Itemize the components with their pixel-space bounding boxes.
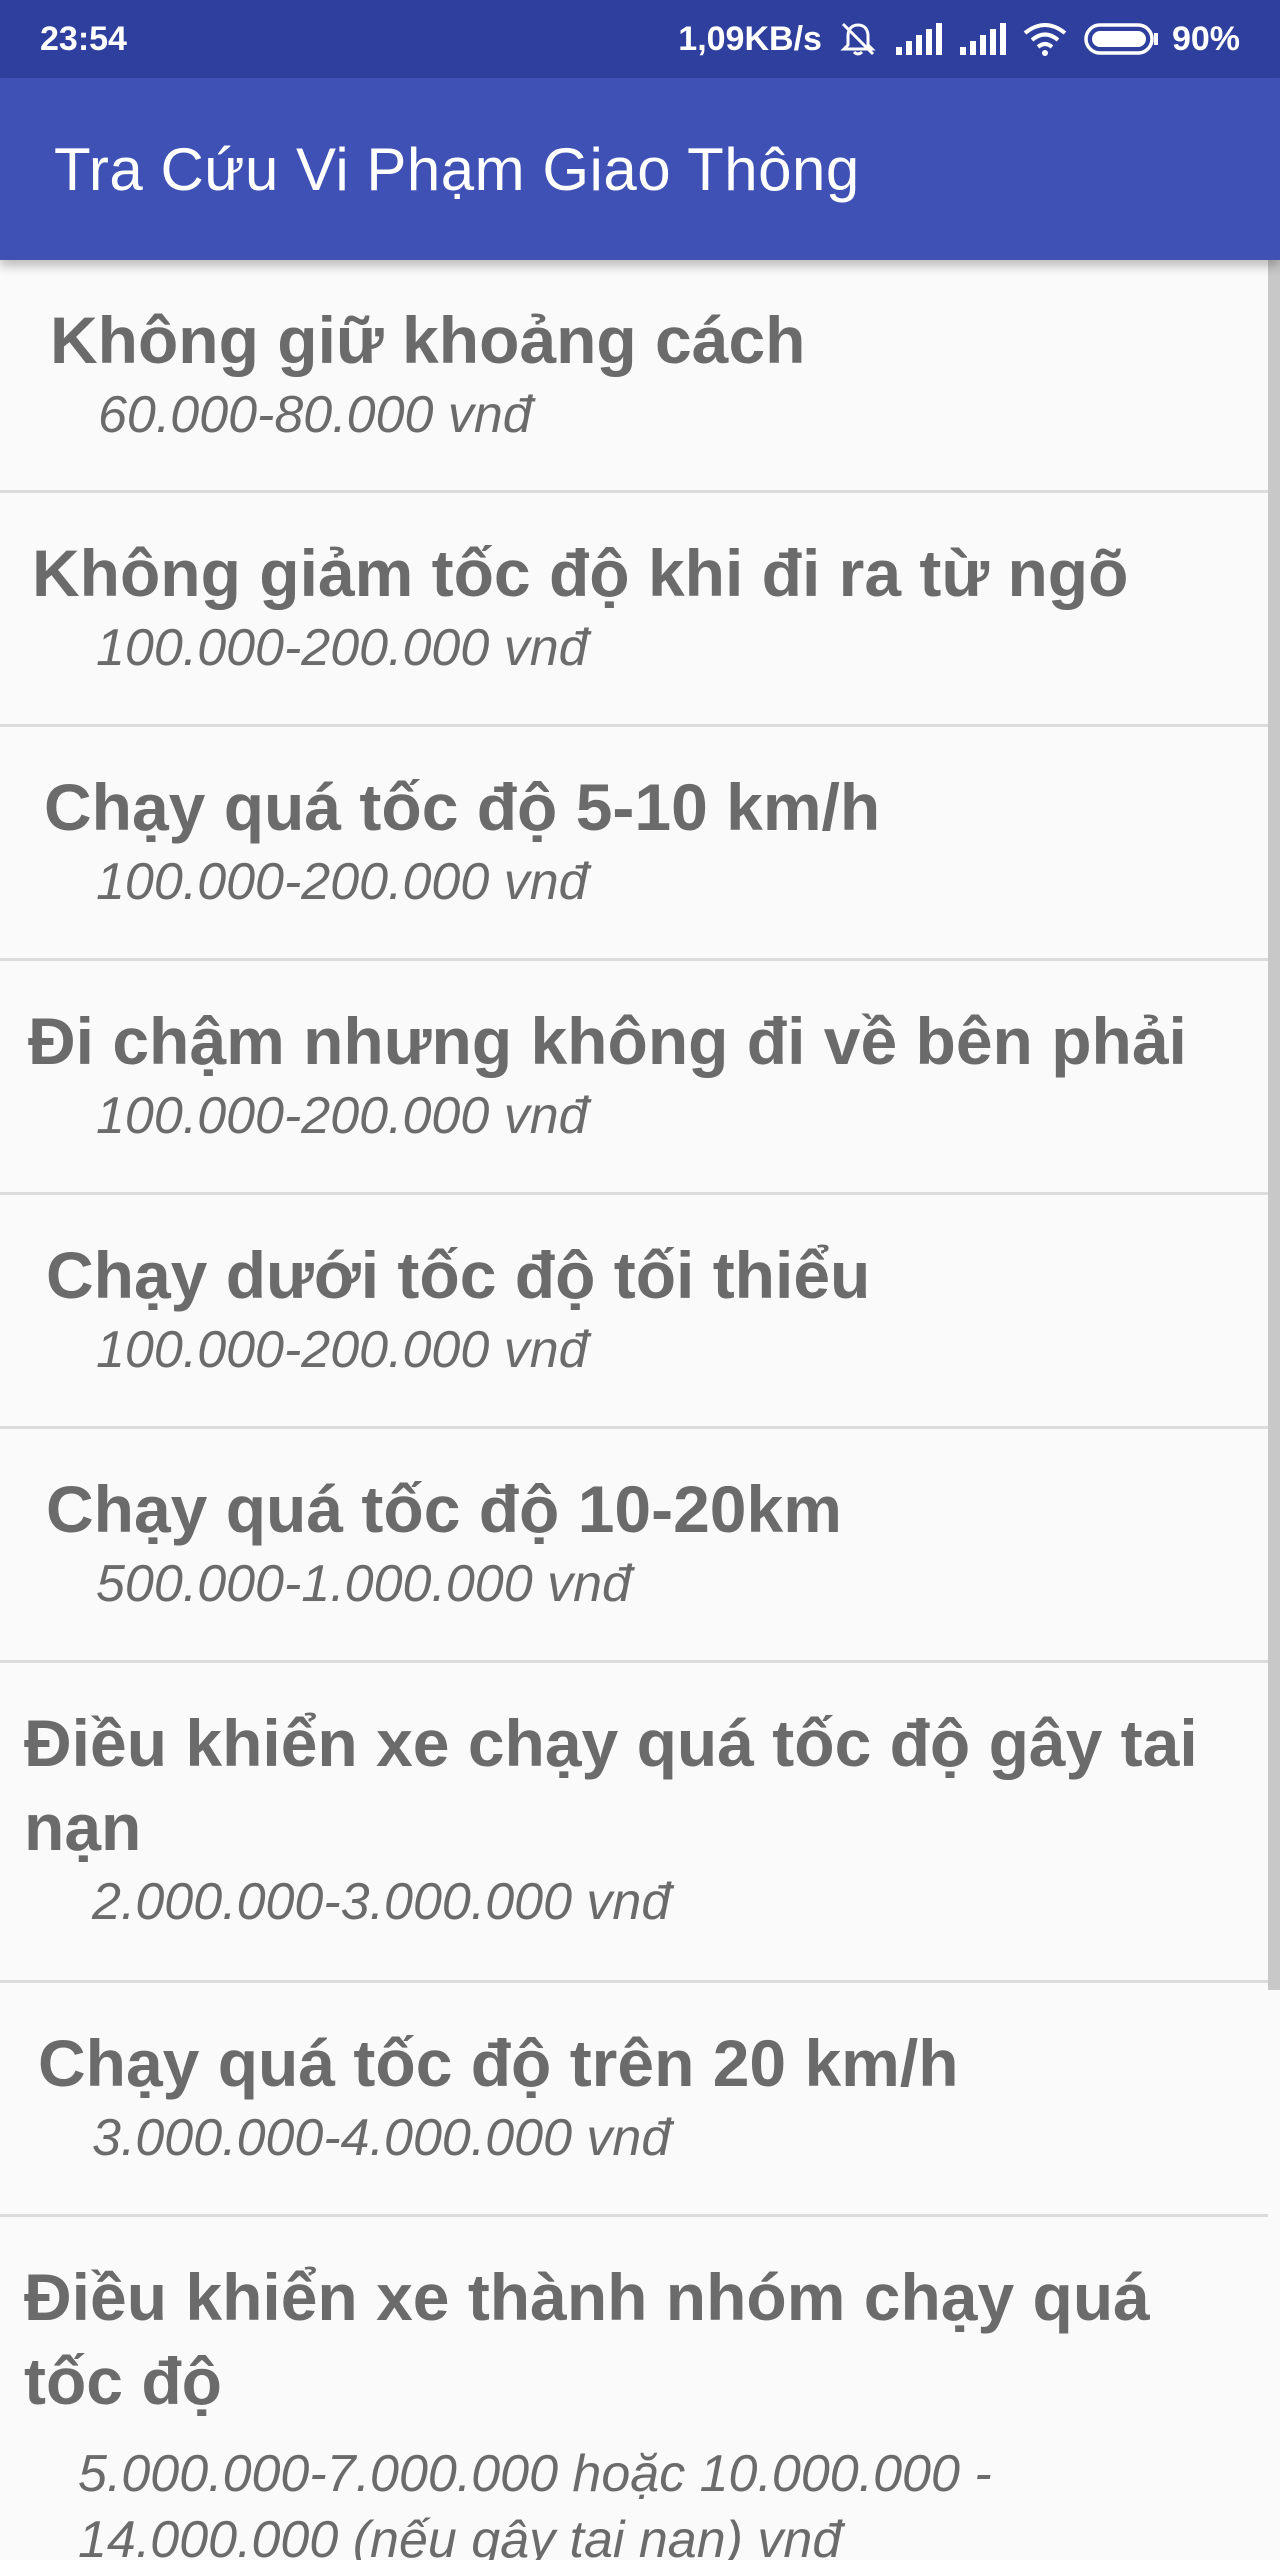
violation-title: Chạy dưới tốc độ tối thiểu xyxy=(46,1238,871,1312)
list-item[interactable]: Chạy quá tốc độ trên 20 km/h 3.000.000-4… xyxy=(0,1983,1268,2217)
network-speed: 1,09KB/s xyxy=(678,19,822,58)
violation-title: Điều khiển xe thành nhóm chạy quá tốc độ xyxy=(24,2260,1150,2418)
violation-title: Không giữ khoảng cách xyxy=(50,303,806,377)
violation-fine: 100.000-200.000 vnđ xyxy=(96,853,588,911)
scrollbar[interactable] xyxy=(1268,260,1280,1990)
violation-fine: 100.000-200.000 vnđ xyxy=(96,1321,588,1379)
violation-list[interactable]: Không giữ khoảng cách 60.000-80.000 vnđ … xyxy=(0,260,1268,2560)
app-bar: Tra Cứu Vi Phạm Giao Thông xyxy=(0,78,1280,260)
status-icons: 1,09KB/s 90% xyxy=(678,19,1240,59)
battery-icon xyxy=(1084,21,1160,57)
violation-title: Không giảm tốc độ khi đi ra từ ngõ xyxy=(32,536,1129,610)
list-item[interactable]: Chạy dưới tốc độ tối thiểu 100.000-200.0… xyxy=(0,1195,1268,1429)
battery-indicator: 90% xyxy=(1084,20,1240,59)
violation-fine: 5.000.000-7.000.000 hoặc 10.000.000 - 14… xyxy=(78,2445,992,2560)
violation-fine: 2.000.000-3.000.000 vnđ xyxy=(92,1873,671,1931)
app-title: Tra Cứu Vi Phạm Giao Thông xyxy=(54,135,860,203)
violation-title: Chạy quá tốc độ trên 20 km/h xyxy=(38,2026,959,2100)
violation-fine: 100.000-200.000 vnđ xyxy=(96,619,588,677)
list-item[interactable]: Không giảm tốc độ khi đi ra từ ngõ 100.0… xyxy=(0,493,1268,727)
battery-percent: 90% xyxy=(1171,19,1240,58)
violation-title: Đi chậm nhưng không đi về bên phải xyxy=(28,1004,1187,1078)
signal-icon xyxy=(894,21,942,57)
violation-title: Chạy quá tốc độ 10-20km xyxy=(46,1472,842,1546)
list-item[interactable]: Đi chậm nhưng không đi về bên phải 100.0… xyxy=(0,961,1268,1195)
violation-fine: 500.000-1.000.000 vnđ xyxy=(96,1555,631,1613)
status-time: 23:54 xyxy=(40,19,127,58)
violation-title: Chạy quá tốc độ 5-10 km/h xyxy=(44,770,881,844)
list-item[interactable]: Điều khiển xe thành nhóm chạy quá tốc độ… xyxy=(0,2217,1268,2560)
status-bar: 23:54 1,09KB/s 90% xyxy=(0,0,1280,78)
violation-fine: 100.000-200.000 vnđ xyxy=(96,1087,588,1145)
list-item[interactable]: Chạy quá tốc độ 5-10 km/h 100.000-200.00… xyxy=(0,727,1268,961)
violation-fine: 60.000-80.000 vnđ xyxy=(98,386,532,444)
violation-fine: 3.000.000-4.000.000 vnđ xyxy=(92,2109,671,2167)
alarm-off-icon xyxy=(838,19,878,59)
list-item[interactable]: Điều khiển xe chạy quá tốc độ gây tai nạ… xyxy=(0,1663,1268,1983)
wifi-icon xyxy=(1022,21,1068,57)
list-item[interactable]: Không giữ khoảng cách 60.000-80.000 vnđ xyxy=(0,260,1268,493)
signal-icon xyxy=(958,21,1006,57)
list-item[interactable]: Chạy quá tốc độ 10-20km 500.000-1.000.00… xyxy=(0,1429,1268,1663)
violation-title: Điều khiển xe chạy quá tốc độ gây tai nạ… xyxy=(24,1706,1198,1864)
